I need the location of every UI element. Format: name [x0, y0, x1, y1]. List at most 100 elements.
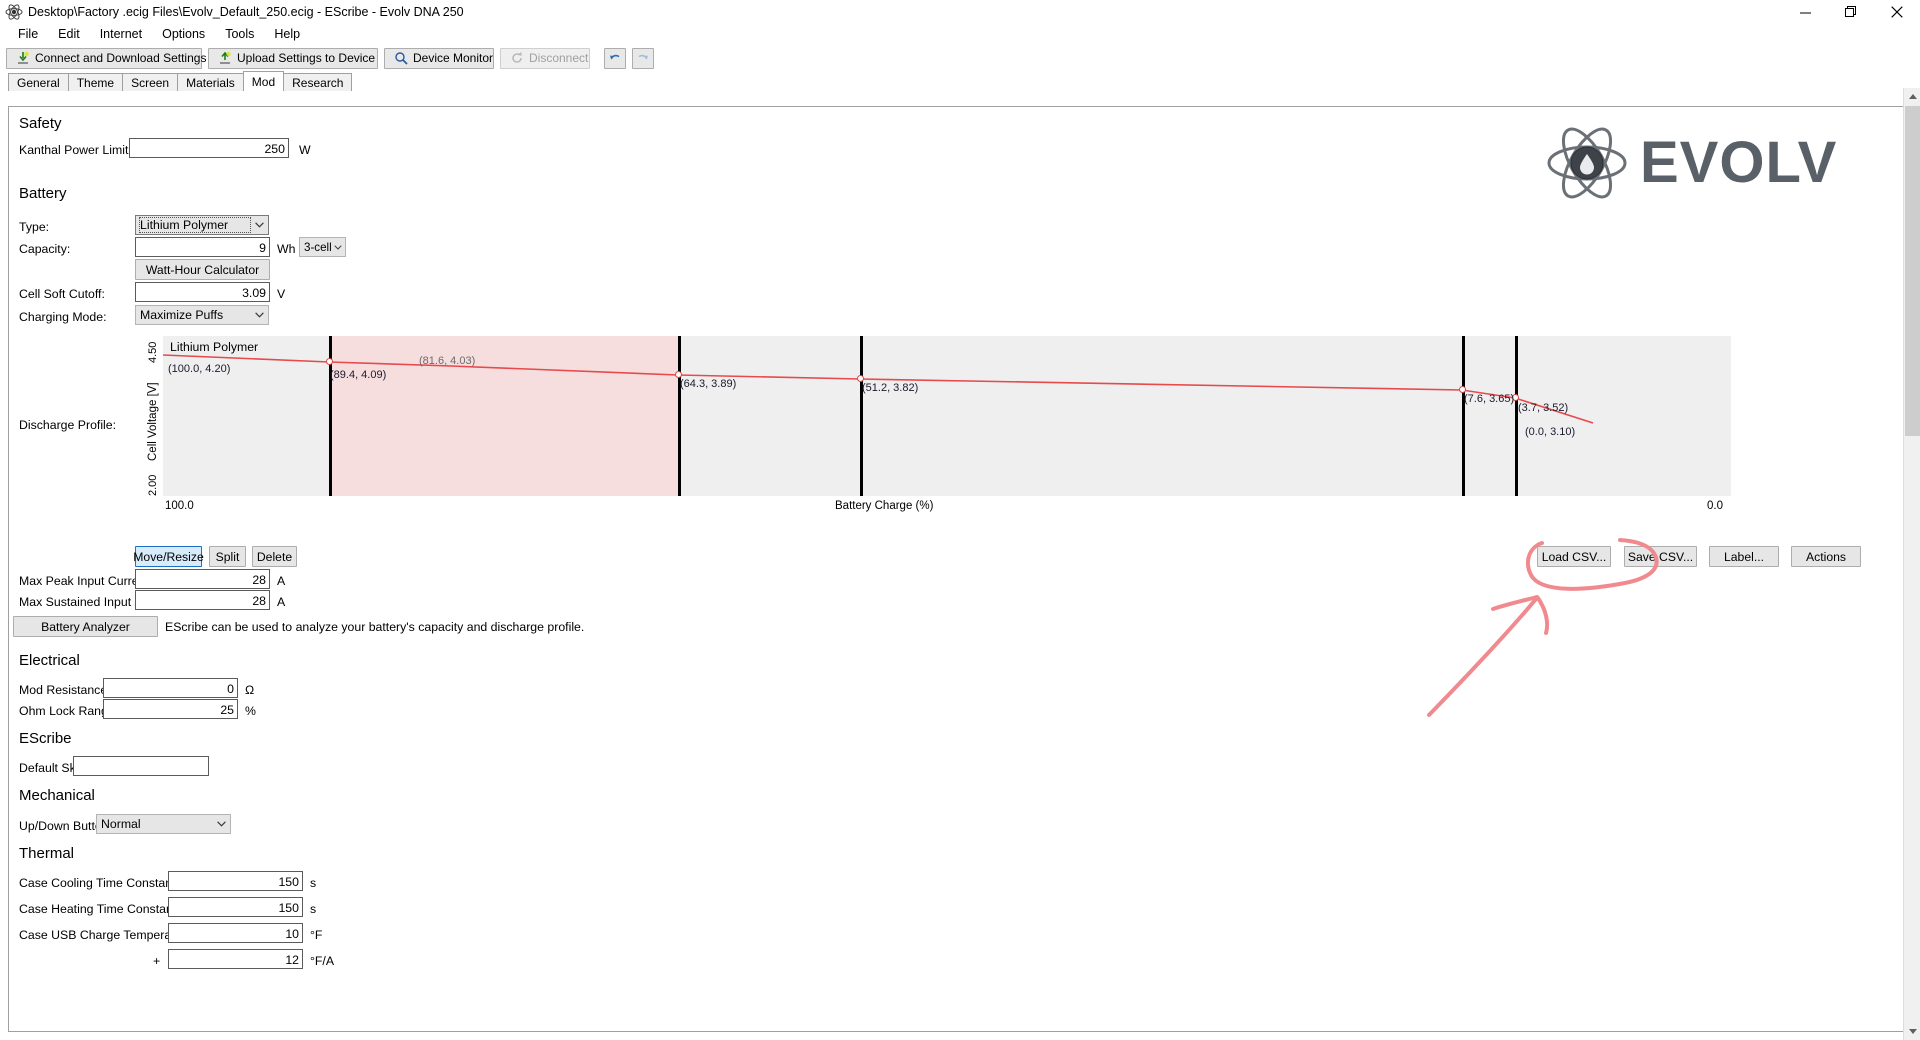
- tab-theme[interactable]: Theme: [68, 73, 123, 91]
- menu-file[interactable]: File: [8, 25, 48, 43]
- charging-mode-value: Maximize Puffs: [140, 308, 250, 322]
- maximize-button[interactable]: [1828, 0, 1874, 24]
- case-cooling-time-constant-unit: s: [310, 876, 316, 890]
- toolbar: Connect and Download Settings Upload Set…: [0, 44, 1920, 72]
- scroll-down-arrow-icon[interactable]: [1904, 1023, 1920, 1040]
- max-sustained-input-current-input[interactable]: 28: [135, 590, 270, 610]
- chevron-down-icon: [212, 821, 230, 827]
- case-usb-charge-temperature-rise-unit: °F: [310, 928, 322, 942]
- magnifier-icon: [394, 51, 408, 65]
- tab-screen-label: Screen: [131, 76, 169, 90]
- undo-button[interactable]: [604, 48, 626, 69]
- curve-node-handle[interactable]: [675, 371, 682, 378]
- discharge-profile-chart[interactable]: 4.50 2.00 Cell Voltage [V] Lithium P: [135, 333, 1895, 523]
- point-label: (0.0, 3.10): [1525, 426, 1575, 438]
- close-button[interactable]: [1874, 0, 1920, 24]
- scroll-up-arrow-icon[interactable]: [1904, 88, 1920, 105]
- kanthal-power-limit-input[interactable]: 250: [129, 138, 289, 158]
- tab-screen[interactable]: Screen: [122, 73, 178, 91]
- menu-internet[interactable]: Internet: [90, 25, 152, 43]
- up-down-buttons-select[interactable]: Normal: [96, 814, 231, 834]
- kanthal-power-limit-label: Kanthal Power Limit:: [19, 143, 132, 157]
- device-monitor-button[interactable]: Device Monitor: [384, 48, 494, 69]
- ohm-lock-range-input[interactable]: 25: [103, 699, 238, 719]
- mod-resistance-label: Mod Resistance:: [19, 683, 111, 697]
- point-label: (100.0, 4.20): [168, 363, 230, 375]
- upload-settings-to-device-label: Upload Settings to Device: [237, 51, 375, 65]
- y-tick-max: 4.50: [147, 342, 159, 363]
- menu-bar: File Edit Internet Options Tools Help: [0, 24, 1920, 44]
- mod-resistance-input[interactable]: 0: [103, 678, 238, 698]
- move-resize-button[interactable]: Move/Resize: [135, 546, 202, 567]
- minimize-button[interactable]: [1782, 0, 1828, 24]
- tab-materials[interactable]: Materials: [177, 73, 244, 91]
- redo-button[interactable]: [632, 48, 654, 69]
- menu-edit[interactable]: Edit: [48, 25, 90, 43]
- kanthal-power-limit-unit: W: [299, 143, 311, 157]
- curve-node-handle[interactable]: [857, 375, 864, 382]
- max-peak-input-current-label: Max Peak Input Current:: [19, 574, 152, 588]
- save-csv-button[interactable]: Save CSV...: [1624, 546, 1697, 567]
- cell-soft-cutoff-label: Cell Soft Cutoff:: [19, 287, 105, 301]
- case-cooling-time-constant-input[interactable]: 150: [168, 871, 303, 891]
- x-axis-label: Battery Charge (%): [835, 500, 933, 512]
- actions-button[interactable]: Actions: [1791, 546, 1861, 567]
- cell-soft-cutoff-unit: V: [277, 287, 285, 301]
- split-button[interactable]: Split: [209, 546, 246, 567]
- battery-type-select[interactable]: Lithium Polymer: [135, 215, 269, 235]
- tab-mod[interactable]: Mod: [243, 71, 284, 91]
- tab-theme-label: Theme: [77, 76, 114, 90]
- menu-tools[interactable]: Tools: [215, 25, 264, 43]
- x-tick-left: 100.0: [165, 500, 194, 512]
- disconnect-label: Disconnect: [529, 51, 588, 65]
- battery-capacity-label: Capacity:: [19, 242, 70, 256]
- chart-title: Lithium Polymer: [170, 340, 258, 354]
- label-button[interactable]: Label...: [1709, 546, 1779, 567]
- tab-general[interactable]: General: [8, 73, 69, 91]
- case-cooling-time-constant-label: Case Cooling Time Constant:: [19, 876, 179, 890]
- usb-rise-per-amp-unit: °F/A: [310, 954, 334, 968]
- chevron-down-icon: [331, 245, 345, 250]
- menu-help[interactable]: Help: [264, 25, 310, 43]
- cell-count-select[interactable]: 3-cell: [299, 237, 346, 257]
- menu-options[interactable]: Options: [152, 25, 215, 43]
- battery-analyzer-button[interactable]: Battery Analyzer: [13, 616, 158, 637]
- redo-icon: [636, 51, 650, 65]
- usb-rise-per-amp-label: +: [153, 954, 160, 968]
- battery-capacity-input[interactable]: 9: [135, 237, 270, 257]
- usb-rise-per-amp-input[interactable]: 12: [168, 949, 303, 969]
- case-usb-charge-temperature-rise-input[interactable]: 10: [168, 923, 303, 943]
- y-tick-min: 2.00: [147, 475, 159, 496]
- vertical-scrollbar[interactable]: [1903, 88, 1920, 1040]
- title-bar: Desktop\Factory .ecig Files\Evolv_Defaul…: [0, 0, 1920, 24]
- app-atom-icon: [5, 3, 23, 21]
- cell-soft-cutoff-input[interactable]: 3.09: [135, 282, 270, 302]
- upload-settings-to-device-button[interactable]: Upload Settings to Device: [208, 48, 378, 69]
- evolv-wordmark: EVOLV: [1640, 130, 1837, 195]
- disconnect-button[interactable]: Disconnect: [500, 48, 590, 69]
- curve-node-handle[interactable]: [326, 358, 333, 365]
- section-heading-safety: Safety: [19, 115, 62, 132]
- section-heading-mechanical: Mechanical: [19, 787, 95, 804]
- discharge-curve: [163, 336, 1731, 496]
- undo-icon: [608, 51, 622, 65]
- case-heating-time-constant-input[interactable]: 150: [168, 897, 303, 917]
- max-peak-input-current-input[interactable]: 28: [135, 569, 270, 589]
- x-tick-right: 0.0: [1707, 500, 1723, 512]
- default-skin-input[interactable]: [73, 756, 209, 776]
- watt-hour-calculator-button[interactable]: Watt-Hour Calculator: [135, 259, 270, 280]
- up-down-buttons-value: Normal: [101, 817, 212, 831]
- scrollbar-thumb[interactable]: [1905, 106, 1920, 436]
- window-controls: [1782, 0, 1920, 24]
- plot-area[interactable]: Lithium Polymer (100.0, 4.20) (89.4, 4.0…: [163, 336, 1731, 496]
- tab-strip: General Theme Screen Materials Mod Resea…: [0, 72, 1920, 91]
- delete-button[interactable]: Delete: [252, 546, 297, 567]
- load-csv-button[interactable]: Load CSV...: [1537, 546, 1611, 567]
- chevron-down-icon: [250, 312, 268, 318]
- point-label: (51.2, 3.82): [862, 382, 918, 394]
- connect-and-download-settings-button[interactable]: Connect and Download Settings: [6, 48, 202, 69]
- discharge-profile-label: Discharge Profile:: [19, 418, 116, 432]
- charging-mode-select[interactable]: Maximize Puffs: [135, 305, 269, 325]
- curve-node-handle[interactable]: [1459, 386, 1466, 393]
- tab-research[interactable]: Research: [283, 73, 352, 91]
